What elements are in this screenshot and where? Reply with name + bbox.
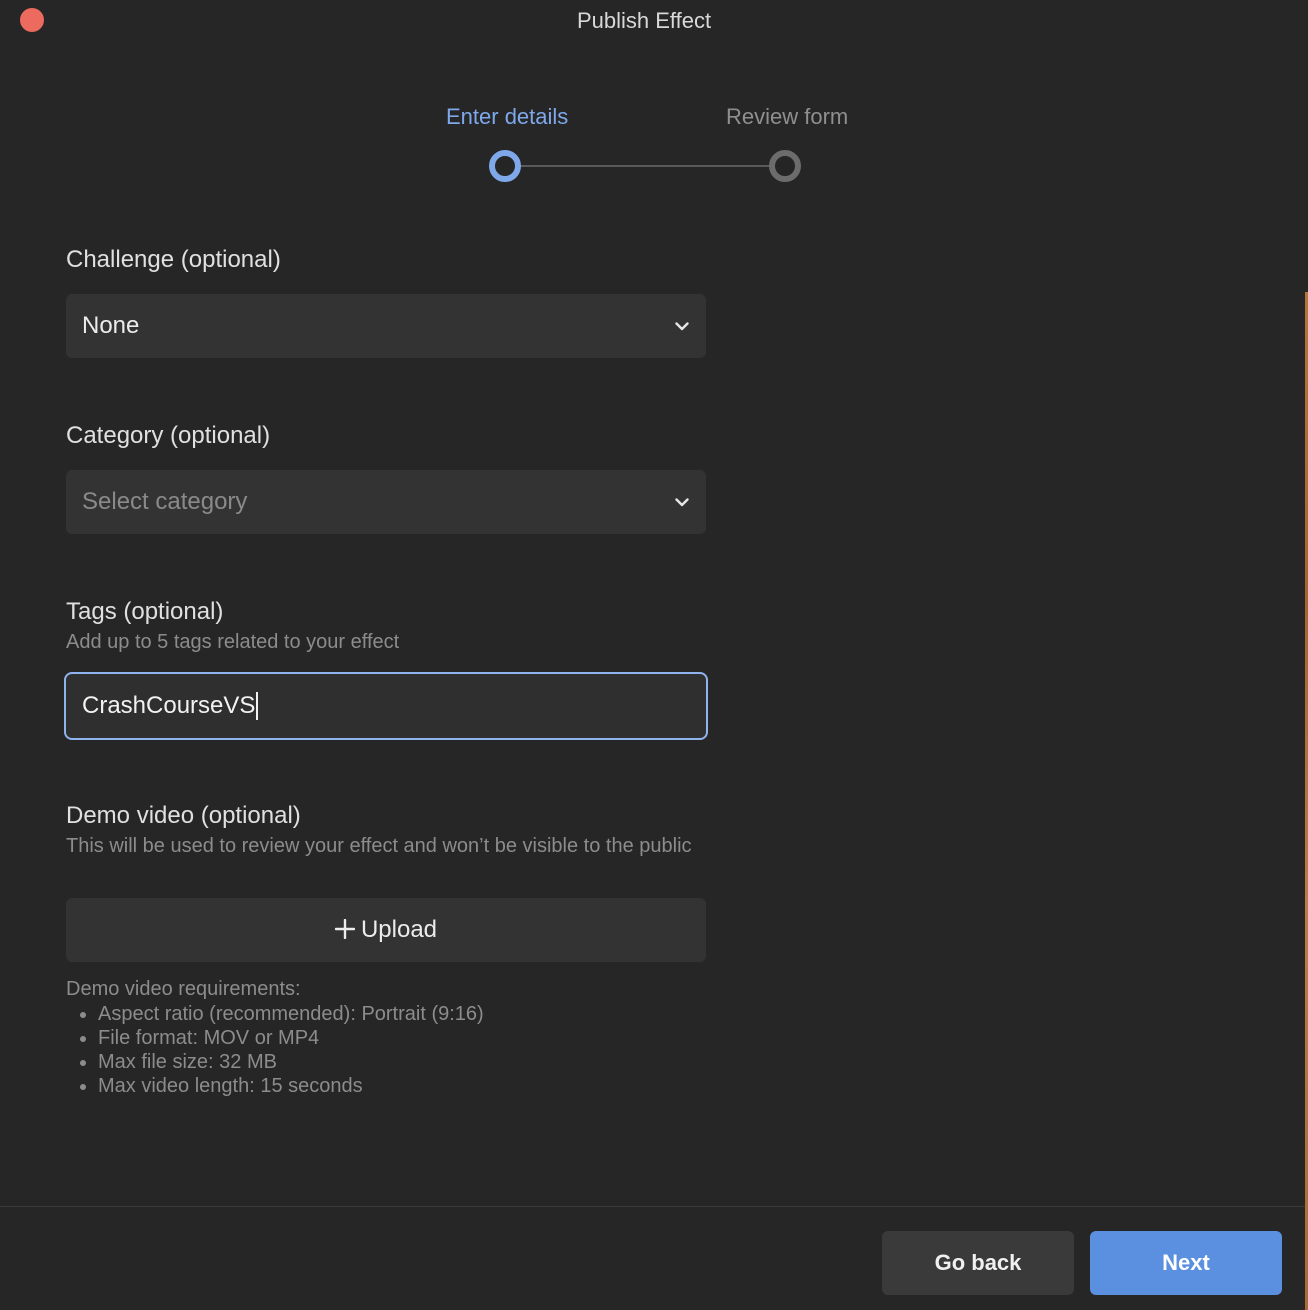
footer-divider [0, 1206, 1305, 1207]
challenge-selected-value: None [82, 312, 140, 339]
requirements-title: Demo video requirements: [66, 978, 301, 1000]
step-review-form-indicator [769, 150, 801, 182]
requirement-item: Max file size: 32 MB [98, 1050, 484, 1074]
tags-input[interactable]: CrashCourseVS [64, 672, 708, 740]
demo-video-help-text: This will be used to review your effect … [66, 835, 692, 857]
requirement-item: Aspect ratio (recommended): Portrait (9:… [98, 1002, 484, 1026]
chevron-down-icon [674, 494, 690, 510]
step-enter-details-label: Enter details [446, 104, 569, 129]
upload-button[interactable]: Upload [66, 898, 706, 962]
category-select[interactable]: Select category [66, 470, 706, 534]
next-button[interactable]: Next [1090, 1231, 1282, 1295]
step-enter-details-indicator [489, 150, 521, 182]
category-label: Category (optional) [66, 422, 271, 449]
window-title: Publish Effect [576, 8, 712, 33]
step-review-form-label: Review form [726, 104, 849, 129]
challenge-select[interactable]: None [66, 294, 706, 358]
category-placeholder: Select category [82, 488, 248, 515]
challenge-label: Challenge (optional) [66, 246, 281, 273]
text-cursor [256, 692, 259, 720]
stepper-connector-line [520, 165, 772, 167]
chevron-down-icon [674, 318, 690, 334]
requirement-item: File format: MOV or MP4 [98, 1026, 484, 1050]
upload-button-label: Upload [360, 916, 438, 943]
tags-label: Tags (optional) [66, 598, 224, 625]
requirement-item: Max video length: 15 seconds [98, 1074, 484, 1098]
tags-input-value: CrashCourseVS [82, 692, 256, 719]
tags-help-text: Add up to 5 tags related to your effect [66, 631, 400, 653]
requirements-list: Aspect ratio (recommended): Portrait (9:… [66, 1002, 484, 1098]
demo-video-label: Demo video (optional) [66, 802, 301, 829]
plus-icon [334, 915, 356, 945]
go-back-button[interactable]: Go back [882, 1231, 1074, 1295]
publish-effect-window: Publish Effect Enter details Review form… [0, 0, 1308, 1310]
